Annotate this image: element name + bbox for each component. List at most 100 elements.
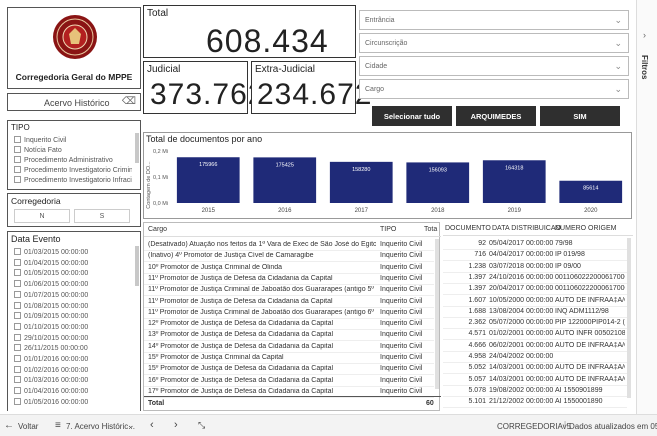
- checkbox[interactable]: [14, 322, 21, 330]
- date-option[interactable]: 01/10/2015 00:00:00: [14, 322, 132, 331]
- checkbox[interactable]: [14, 376, 21, 384]
- checkbox[interactable]: [14, 344, 21, 352]
- col-data-distribuicao[interactable]: DATA DISTRIBUICAO: [492, 225, 561, 232]
- table-row[interactable]: 10º Promotor de Justiça Criminal de Olin…: [144, 263, 434, 274]
- tipo-option[interactable]: Procedimento Investigatorio Criminal: [14, 166, 132, 174]
- table-row[interactable]: (Desativado) Atuação nos feitos da 1ª Va…: [144, 240, 434, 251]
- col-cargo[interactable]: Cargo: [148, 226, 167, 233]
- sim-button[interactable]: SIM: [540, 106, 620, 126]
- checkbox[interactable]: [14, 146, 21, 153]
- checkbox[interactable]: [14, 301, 21, 309]
- tipo-option[interactable]: Inquerito Civil: [14, 136, 132, 144]
- table-row[interactable]: 5.057 14/03/2001 00:00:00 AUTO DE INFRAÃ‡Ã…: [443, 375, 627, 386]
- table-row[interactable]: 1.397 24/10/2016 00:00:00 0011060222000617…: [443, 273, 627, 284]
- table-row[interactable]: 11º Promotor de Justiça Criminal de Jabo…: [144, 308, 434, 319]
- table-row[interactable]: 13º Promotor de Justiça de Defesa da Cid…: [144, 330, 434, 342]
- table-row[interactable]: 11º Promotor de Justiça Criminal de Jabo…: [144, 285, 434, 297]
- date-option[interactable]: 01/03/2016 00:00:00: [14, 376, 132, 384]
- table-row[interactable]: 1.238 03/07/2018 00:00:00 IP 09/00: [443, 262, 627, 273]
- table-row[interactable]: 11º Promotor de Justiça de Defesa da Cid…: [144, 274, 434, 285]
- checkbox[interactable]: [14, 365, 21, 373]
- tipo-scrollbar[interactable]: [135, 133, 139, 163]
- table-row[interactable]: 2.362 05/07/2000 00:00:00 PIP 122000PIP014…: [443, 318, 627, 330]
- eraser-icon[interactable]: ⌫: [122, 96, 136, 107]
- tipo-option[interactable]: Procedimento Investigatorio Infracio...: [14, 176, 132, 184]
- select-all-button[interactable]: Selecionar tudo: [372, 106, 452, 126]
- date-option[interactable]: 26/11/2015 00:00:00: [14, 344, 132, 352]
- page-list-icon[interactable]: ≡: [55, 420, 61, 431]
- tipo-option[interactable]: Procedimento Administrativo: [14, 156, 132, 164]
- checkbox[interactable]: [14, 258, 21, 266]
- date-option[interactable]: 01/01/2016 00:00:00: [14, 355, 132, 363]
- table-row[interactable]: 14º Promotor de Justiça de Defesa da Cid…: [144, 342, 434, 353]
- chevron-down-icon[interactable]: ⌄: [127, 420, 135, 431]
- col-numero-origem[interactable]: NUMERO ORIGEM: [555, 225, 616, 232]
- table-row[interactable]: 1.397 20/04/2017 00:00:00 0011060222000617…: [443, 284, 627, 296]
- date-option[interactable]: 01/09/2015 00:00:00: [14, 312, 132, 320]
- checkbox[interactable]: [14, 269, 21, 277]
- date-option[interactable]: 01/07/2015 00:00:00: [14, 290, 132, 299]
- date-option[interactable]: 29/10/2015 00:00:00: [14, 333, 132, 342]
- table-row[interactable]: (Inativo) 4º Promotor de Justiça Cível d…: [144, 251, 434, 263]
- expand-icon[interactable]: ⤡: [198, 420, 205, 431]
- checkbox[interactable]: [14, 333, 21, 341]
- cargo-dropdown[interactable]: Cargo ⌄: [359, 79, 629, 99]
- table-row[interactable]: 11º Promotor de Justiça de Defesa da Cid…: [144, 297, 434, 308]
- acervo-historico-button[interactable]: Acervo Histórico ⌫: [7, 93, 141, 111]
- option-s[interactable]: S: [74, 209, 130, 223]
- date-option[interactable]: 01/06/2015 00:00:00: [14, 280, 132, 288]
- date-option[interactable]: 01/08/2015 00:00:00: [14, 301, 132, 310]
- table-row[interactable]: 5.078 19/08/2002 00:00:00 AI 1550901899: [443, 386, 627, 397]
- table-row[interactable]: 16º Promotor de Justiça de Defesa da Cid…: [144, 376, 434, 387]
- page-selector[interactable]: 7. Acervo Históric...: [66, 422, 135, 431]
- table-row[interactable]: 15º Promotor de Justiça Criminal da Capi…: [144, 353, 434, 364]
- back-arrow-icon[interactable]: ←: [4, 420, 14, 431]
- cidade-dropdown[interactable]: Cidade ⌄: [359, 56, 629, 76]
- date-option[interactable]: 01/04/2016 00:00:00: [14, 387, 132, 395]
- collapse-chevron-icon[interactable]: ›: [643, 30, 646, 40]
- table-row[interactable]: 5.101 21/12/2002 00:00:00 AI 1550001890: [443, 397, 627, 409]
- entrancia-dropdown[interactable]: Entrância ⌄: [359, 10, 629, 30]
- table-row[interactable]: 92 05/04/2017 00:00:00 79/98: [443, 239, 627, 250]
- checkbox[interactable]: [14, 248, 21, 255]
- arquimedes-button[interactable]: ARQUIMEDES: [456, 106, 536, 126]
- checkbox[interactable]: [14, 312, 21, 320]
- date-option[interactable]: 01/04/2015 00:00:00: [14, 258, 132, 267]
- checkbox[interactable]: [14, 166, 21, 173]
- checkbox[interactable]: [14, 387, 21, 395]
- circunscricao-dropdown[interactable]: Circunscrição ⌄: [359, 33, 629, 53]
- table-row[interactable]: 5.052 14/03/2001 00:00:00 AUTO DE INFRAÃ‡Ã…: [443, 363, 627, 375]
- checkbox[interactable]: [14, 176, 21, 183]
- col-tipo[interactable]: TIPO: [380, 226, 396, 233]
- col-total[interactable]: Tota: [424, 226, 437, 233]
- date-option[interactable]: 01/03/2015 00:00:00: [14, 248, 132, 256]
- back-link[interactable]: Voltar: [18, 422, 38, 431]
- checkbox[interactable]: [14, 280, 21, 288]
- option-n[interactable]: N: [14, 209, 70, 223]
- doc-scrollbar[interactable]: [627, 238, 631, 398]
- tipo-option[interactable]: Notícia Fato: [14, 146, 132, 154]
- judicial-label: Judicial: [147, 64, 181, 75]
- cargo-scrollbar[interactable]: [435, 239, 439, 389]
- prev-page-icon[interactable]: ‹: [150, 419, 154, 431]
- next-page-icon[interactable]: ›: [174, 419, 178, 431]
- filters-pane[interactable]: › Filtros: [636, 0, 657, 414]
- checkbox[interactable]: [14, 156, 21, 163]
- table-row[interactable]: 4.571 01/02/2001 00:00:00 AUTO INFR 005021…: [443, 329, 627, 341]
- data-evento-scrollbar[interactable]: [135, 246, 139, 286]
- date-option[interactable]: 01/05/2016 00:00:00: [14, 397, 132, 406]
- table-row[interactable]: 15º Promotor de Justiça de Defesa da Cid…: [144, 364, 434, 376]
- checkbox[interactable]: [14, 290, 21, 298]
- date-option[interactable]: 01/02/2016 00:00:00: [14, 365, 132, 374]
- checkbox[interactable]: [14, 136, 21, 143]
- table-row[interactable]: 1.607 10/05/2000 00:00:00 AUTO DE INFRAÃ‡Ã…: [443, 296, 627, 307]
- checkbox[interactable]: [14, 397, 21, 405]
- table-row[interactable]: 1.688 13/08/2004 00:00:00 INQ ADM1112/98: [443, 307, 627, 318]
- table-row[interactable]: 12º Promotor de Justiça de Defesa da Cid…: [144, 319, 434, 331]
- col-documento[interactable]: DOCUMENTO: [445, 225, 491, 232]
- table-row[interactable]: 4.958 24/04/2002 00:00:00: [443, 352, 627, 363]
- table-row[interactable]: 4.666 06/02/2001 00:00:00 AUTO DE INFRAÃ‡Ã…: [443, 341, 627, 352]
- date-option[interactable]: 01/05/2015 00:00:00: [14, 269, 132, 277]
- checkbox[interactable]: [14, 355, 21, 362]
- table-row[interactable]: 716 04/04/2017 00:00:00 IP 019/98: [443, 250, 627, 262]
